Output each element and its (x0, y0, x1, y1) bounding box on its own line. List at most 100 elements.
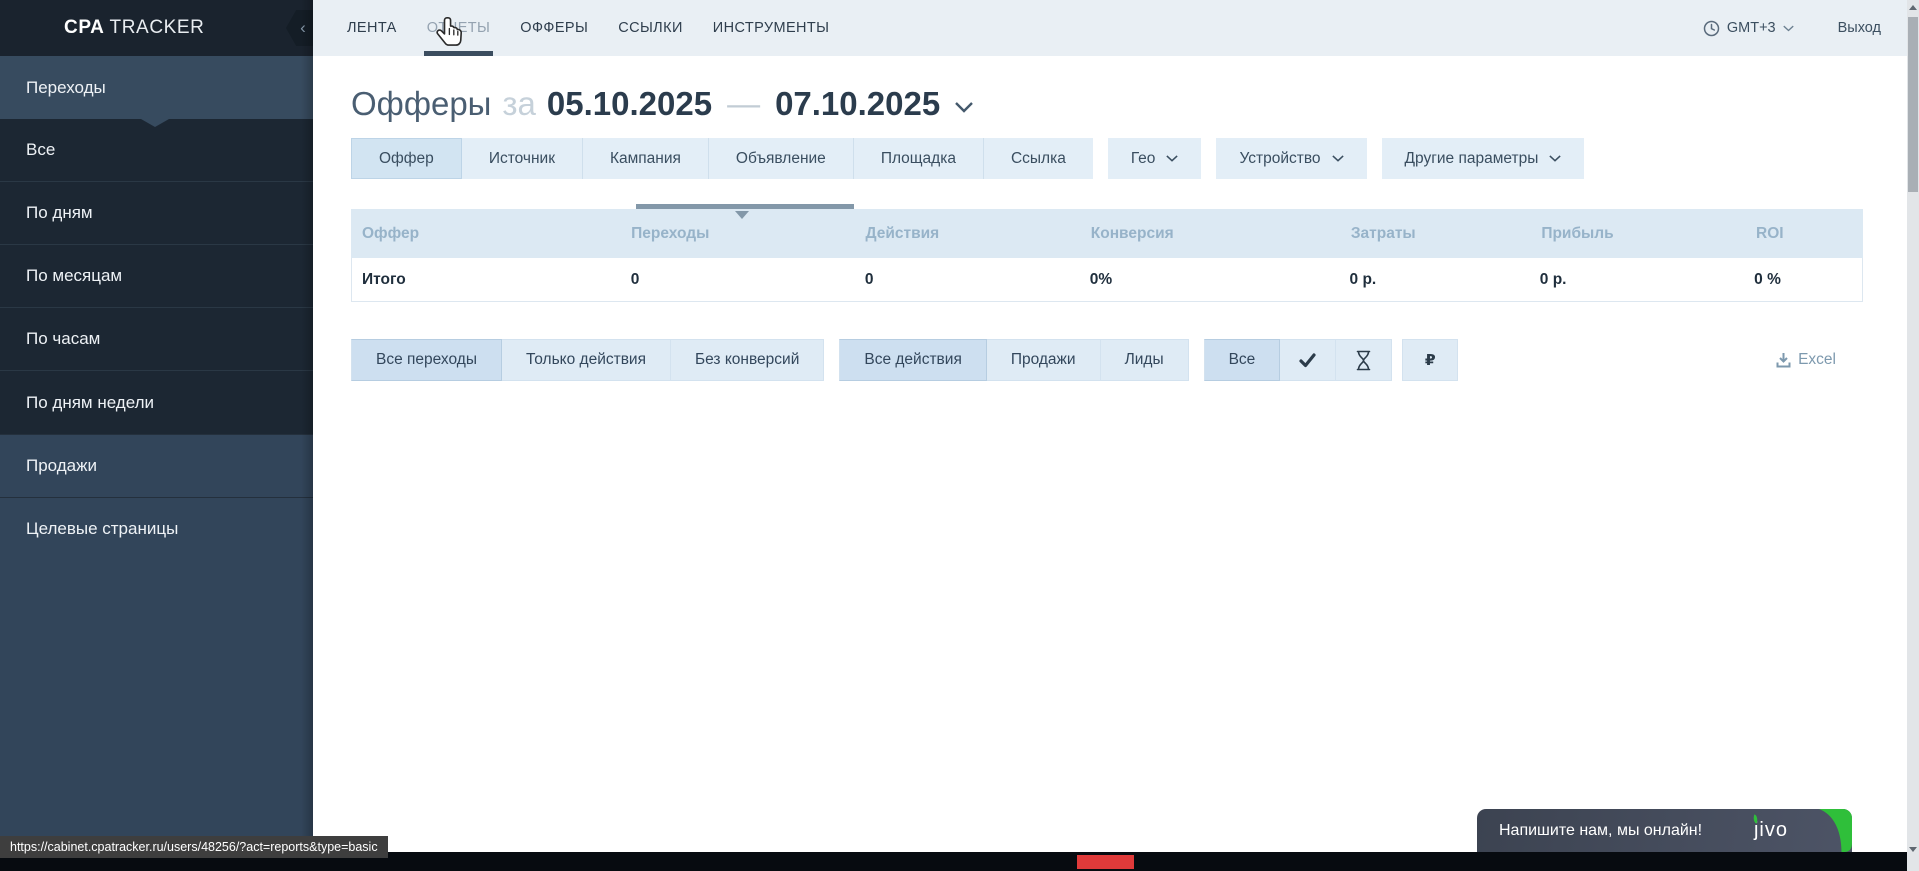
column-header-deystviya[interactable]: Действия (854, 225, 1079, 243)
filter-status-confirmed[interactable] (1280, 339, 1336, 381)
sidebar-item-label: Целевые страницы (26, 519, 178, 539)
nav-item-label: ОТЧЕТЫ (427, 20, 491, 36)
column-header-roi[interactable]: ROI (1745, 225, 1863, 243)
totals-perehody: 0 (621, 271, 855, 289)
timezone-selector[interactable]: GMT+3 (1703, 20, 1794, 37)
nav-item-otchety[interactable]: ОТЧЕТЫ (427, 0, 491, 56)
sidebar-header: CPATRACKER ‹ (0, 0, 313, 56)
tab-label: Устройство (1239, 150, 1320, 168)
currency-ruble-button[interactable]: ₽ (1402, 339, 1458, 381)
currency-filter-group: ₽ (1402, 339, 1458, 381)
nav-item-label: ССЫЛКИ (618, 20, 683, 36)
column-header-zatraty[interactable]: Затраты (1340, 225, 1531, 243)
tab-label: Ссылка (1011, 150, 1066, 168)
logout-link[interactable]: Выход (1838, 20, 1881, 36)
scrollbar-down-arrow-icon[interactable] (1909, 847, 1917, 852)
date-to: 07.10.2025 (775, 85, 940, 123)
export-excel-button[interactable]: Excel (1776, 351, 1836, 369)
sidebar-item-po-mesyacam[interactable]: По месяцам (0, 245, 313, 308)
chevron-down-icon (954, 101, 974, 113)
tab-offer[interactable]: Оффер (351, 138, 462, 179)
sidebar: CPATRACKER ‹ Переходы Все По дням По мес… (0, 0, 313, 852)
chevron-down-icon (1549, 155, 1561, 162)
table-header-row: Оффер Переходы Действия Конверсия Затрат… (351, 209, 1863, 258)
sidebar-item-po-dnyam-nedeli[interactable]: По дням недели (0, 371, 313, 434)
status-url-text: https://cabinet.cpatracker.ru/users/4825… (10, 840, 378, 854)
filter-label: Лиды (1125, 351, 1164, 369)
column-header-konversiya[interactable]: Конверсия (1080, 225, 1340, 243)
scrollbar-up-arrow-icon[interactable] (1909, 5, 1917, 10)
scrollbar-thumb[interactable] (1908, 17, 1918, 192)
tab-label: Площадка (881, 150, 956, 168)
dimension-tabs: Оффер Источник Кампания Объявление Площа… (351, 138, 1093, 179)
status-filter-group: Все (1204, 339, 1393, 381)
report-table: Оффер Переходы Действия Конверсия Затрат… (351, 209, 1863, 302)
date-dash: — (727, 85, 760, 123)
nav-item-label: ИНСТРУМЕНТЫ (713, 20, 830, 36)
sidebar-item-prodazhi[interactable]: Продажи (0, 434, 313, 497)
tab-label: Источник (489, 150, 555, 168)
filter-bar: Все переходы Только действия Без конверс… (351, 339, 1863, 381)
filter-tolko-deystviya[interactable]: Только действия (502, 339, 671, 381)
tab-obyavlenie[interactable]: Объявление (709, 138, 854, 179)
sidebar-item-vse[interactable]: Все (0, 119, 313, 182)
vertical-scrollbar[interactable] (1907, 0, 1919, 871)
totals-konversiya: 0% (1080, 271, 1340, 289)
tab-ssylka[interactable]: Ссылка (984, 138, 1093, 179)
jivo-chat-widget[interactable]: Напишите нам, мы онлайн! jivo (1477, 809, 1852, 852)
nav-item-lenta[interactable]: ЛЕНТА (347, 0, 397, 56)
filter-status-vse[interactable]: Все (1204, 339, 1281, 381)
nav-item-offery[interactable]: ОФФЕРЫ (520, 0, 588, 56)
page-title: Офферы (351, 85, 491, 123)
sidebar-item-label: По месяцам (26, 266, 122, 286)
filter-bez-konversiy[interactable]: Без конверсий (671, 339, 824, 381)
browser-status-url: https://cabinet.cpatracker.ru/users/4825… (0, 836, 388, 858)
nav-item-instrumenty[interactable]: ИНСТРУМЕНТЫ (713, 0, 830, 56)
column-header-perehody[interactable]: Переходы (620, 225, 854, 243)
sidebar-item-celevye-stranicy[interactable]: Целевые страницы (0, 497, 313, 560)
column-header-pribyl[interactable]: Прибыль (1530, 225, 1745, 243)
filter-status-pending[interactable] (1336, 339, 1392, 381)
filter-prodazhi[interactable]: Продажи (987, 339, 1101, 381)
tab-ploshchadka[interactable]: Площадка (854, 138, 984, 179)
sidebar-item-po-dnyam[interactable]: По дням (0, 182, 313, 245)
totals-pribyl: 0 р. (1530, 271, 1744, 289)
sidebar-item-perehody[interactable]: Переходы (0, 56, 313, 119)
sidebar-item-label: По дням (26, 203, 93, 223)
date-range-picker[interactable]: Офферы за 05.10.2025 — 07.10.2025 (351, 83, 1863, 125)
brand-bold: CPA (64, 17, 105, 38)
chevron-down-icon (1166, 155, 1178, 162)
actions-filter-group: Все действия Продажи Лиды (839, 339, 1188, 381)
tab-istochnik[interactable]: Источник (462, 138, 583, 179)
tab-kampaniya[interactable]: Кампания (583, 138, 709, 179)
chevron-down-icon (1332, 155, 1344, 162)
timezone-label: GMT+3 (1727, 20, 1776, 36)
brand-logo: CPATRACKER (64, 17, 205, 39)
nav-item-ssylki[interactable]: ССЫЛКИ (618, 0, 683, 56)
sidebar-collapse-button[interactable]: ‹ (286, 10, 313, 46)
jivo-logo-text: jivo (1754, 819, 1788, 841)
sidebar-item-po-chasam[interactable]: По часам (0, 308, 313, 371)
tab-drugie-parametry-dropdown[interactable]: Другие параметры (1382, 138, 1585, 179)
sidebar-item-label: По часам (26, 329, 100, 349)
sidebar-item-label: Все (26, 140, 55, 160)
tab-label: Объявление (736, 150, 826, 168)
cpa-tracker-screen: CPATRACKER ‹ Переходы Все По дням По мес… (0, 0, 1919, 871)
traffic-filter-group: Все переходы Только действия Без конверс… (351, 339, 824, 381)
sidebar-item-label: Продажи (26, 456, 97, 476)
dimension-tab-bar: Оффер Источник Кампания Объявление Площа… (351, 138, 1863, 179)
sidebar-item-label: Переходы (26, 78, 106, 98)
filter-label: Все действия (864, 351, 961, 369)
filter-lidy[interactable]: Лиды (1101, 339, 1189, 381)
totals-roi: 0 % (1744, 271, 1862, 289)
totals-deystviya: 0 (855, 271, 1080, 289)
filter-vse-perehody[interactable]: Все переходы (351, 339, 502, 381)
tab-label: Кампания (610, 150, 681, 168)
column-header-offer[interactable]: Оффер (351, 225, 620, 243)
filter-vse-deystviya[interactable]: Все действия (839, 339, 986, 381)
tab-geo-dropdown[interactable]: Гео (1108, 138, 1202, 179)
chevron-down-icon (1783, 25, 1794, 32)
tab-ustroystvo-dropdown[interactable]: Устройство (1216, 138, 1366, 179)
ruble-icon: ₽ (1425, 351, 1436, 370)
filter-label: Продажи (1011, 351, 1076, 369)
